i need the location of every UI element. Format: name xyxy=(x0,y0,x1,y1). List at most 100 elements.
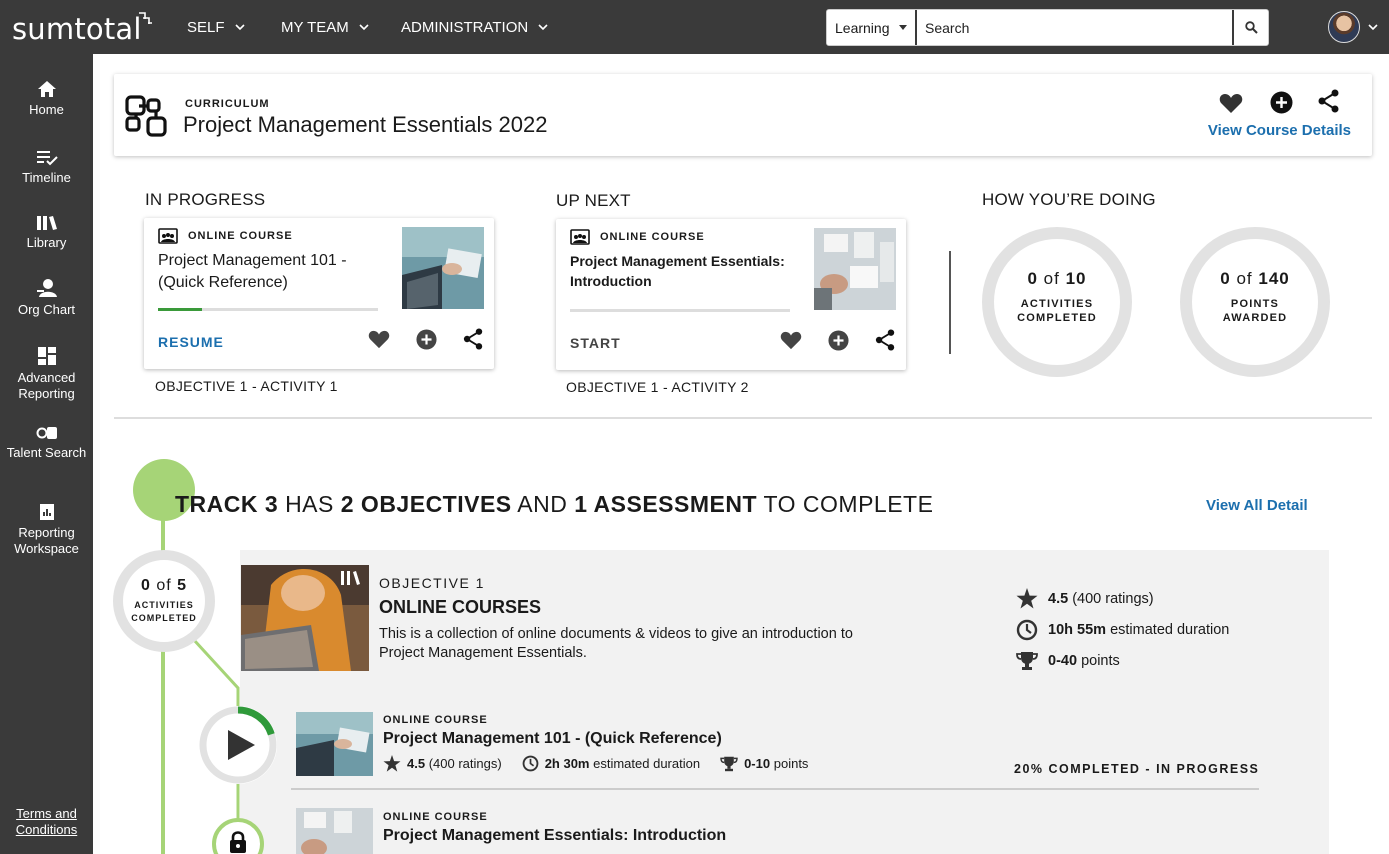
clock-icon xyxy=(522,755,539,772)
resume-button[interactable]: RESUME xyxy=(158,334,224,350)
objective-duration: 10h 55m estimated duration xyxy=(1016,614,1229,645)
points-count: 0 of 140 xyxy=(1220,269,1290,288)
item-meta: 4.5 (400 ratings) 2h 30m estimated durat… xyxy=(383,755,808,772)
clock-icon xyxy=(1016,619,1038,640)
star-icon xyxy=(1016,588,1038,609)
curriculum-header: CURRICULUM Project Management Essentials… xyxy=(114,74,1372,156)
add-icon[interactable] xyxy=(1270,91,1293,114)
course-progress-bar xyxy=(570,309,790,312)
add-icon[interactable] xyxy=(416,328,437,350)
in-progress-caption: OBJECTIVE 1 - ACTIVITY 1 xyxy=(155,378,338,394)
heart-icon[interactable] xyxy=(368,329,390,349)
terms-link[interactable]: Terms and Conditions xyxy=(0,806,93,838)
share-icon[interactable] xyxy=(463,328,484,350)
share-icon[interactable] xyxy=(1318,89,1340,113)
online-course-icon xyxy=(158,228,178,244)
sidebar-item-library[interactable]: Library xyxy=(0,215,93,251)
chevron-down-icon xyxy=(234,24,245,31)
objective-activity-label: ACTIVITIES COMPLETED xyxy=(131,600,197,623)
report-icon xyxy=(39,504,54,520)
objective-image xyxy=(241,565,369,671)
item-title[interactable]: Project Management 101 - (Quick Referenc… xyxy=(383,730,722,748)
top-bar: sumtotal SELF MY TEAM ADMINISTRATION Lea… xyxy=(0,0,1389,54)
up-next-heading: UP NEXT xyxy=(556,191,631,210)
online-course-icon xyxy=(570,229,590,245)
objective-number: OBJECTIVE 1 xyxy=(379,575,485,591)
search-icon xyxy=(1244,21,1258,34)
header-actions xyxy=(1202,88,1352,118)
play-progress-ring[interactable] xyxy=(199,706,277,784)
section-divider xyxy=(949,251,951,354)
lock-icon xyxy=(230,831,246,853)
sidebar: Home Timeline Library Org Chart Advanced… xyxy=(0,54,93,854)
objective-activity-count: 0 of 5 xyxy=(140,577,188,594)
item-separator xyxy=(291,788,1259,790)
add-icon[interactable] xyxy=(828,329,849,351)
item-type: ONLINE COURSE xyxy=(383,714,488,726)
sidebar-item-talent-search[interactable]: Talent Search xyxy=(0,425,93,461)
sidebar-item-timeline[interactable]: Timeline xyxy=(0,150,93,186)
objective-description: This is a collection of online documents… xyxy=(379,626,853,661)
page-title: Project Management Essentials 2022 xyxy=(183,112,548,137)
item-type: ONLINE COURSE xyxy=(383,811,488,823)
course-title[interactable]: Project Management Essentials: Introduct… xyxy=(570,251,790,291)
card-actions xyxy=(780,329,896,351)
chevron-down-icon xyxy=(538,24,548,31)
objective-title[interactable]: ONLINE COURSES xyxy=(379,597,541,618)
points-awarded-ring: 0 of 140 POINTS AWARDED xyxy=(1180,227,1330,377)
how-doing-heading: HOW YOU’RE DOING xyxy=(982,190,1156,209)
share-icon[interactable] xyxy=(875,329,896,351)
activities-label: ACTIVITIES COMPLETED xyxy=(1017,298,1097,324)
sidebar-item-advanced-reporting[interactable]: Advanced Reporting xyxy=(0,346,93,402)
points-label: POINTS AWARDED xyxy=(1222,298,1288,324)
view-all-detail-link[interactable]: View All Detail xyxy=(1206,497,1308,514)
view-course-details-link[interactable]: View Course Details xyxy=(1208,122,1351,139)
caret-down-icon xyxy=(899,25,907,30)
start-button[interactable]: START xyxy=(570,335,621,351)
activities-count: 0 of 10 xyxy=(1027,269,1087,288)
chevron-down-icon[interactable] xyxy=(1368,24,1378,31)
search-button[interactable] xyxy=(1232,10,1268,45)
nav-self[interactable]: SELF xyxy=(187,19,245,36)
search-scope-select[interactable]: Learning xyxy=(827,10,917,45)
trophy-icon xyxy=(720,756,738,771)
item-thumbnail xyxy=(296,712,373,776)
nav-administration[interactable]: ADMINISTRATION xyxy=(401,19,548,36)
card-actions xyxy=(368,328,484,350)
section-separator xyxy=(114,417,1372,419)
talent-search-icon xyxy=(36,427,57,439)
course-thumbnail xyxy=(814,228,896,310)
curriculum-type-label: CURRICULUM xyxy=(185,98,270,110)
dashboard-icon xyxy=(37,347,56,365)
sumtotal-logo[interactable]: sumtotal xyxy=(12,12,142,46)
up-next-card[interactable]: ONLINE COURSE Project Management Essenti… xyxy=(556,219,906,370)
objective-stats: 4.5 (400 ratings) 10h 55m estimated dura… xyxy=(1016,583,1229,676)
home-icon xyxy=(37,81,56,97)
course-progress-fill xyxy=(158,308,202,311)
user-avatar[interactable] xyxy=(1328,11,1360,43)
course-title[interactable]: Project Management 101 - (Quick Referenc… xyxy=(158,250,378,294)
sidebar-item-org-chart[interactable]: Org Chart xyxy=(0,278,93,318)
in-progress-card[interactable]: ONLINE COURSE Project Management 101 - (… xyxy=(144,218,494,369)
course-thumbnail xyxy=(402,227,484,309)
sidebar-item-reporting-workspace[interactable]: Reporting Workspace xyxy=(0,503,93,557)
objective-rating: 4.5 (400 ratings) xyxy=(1016,583,1229,614)
nav-my-team[interactable]: MY TEAM xyxy=(281,19,369,36)
item-status: 20% COMPLETED - IN PROGRESS xyxy=(1014,762,1260,776)
heart-icon[interactable] xyxy=(1219,92,1243,114)
heart-icon[interactable] xyxy=(780,330,802,350)
sidebar-item-home[interactable]: Home xyxy=(0,80,93,118)
logo-mark-icon xyxy=(139,12,152,24)
search-bar: Learning xyxy=(826,9,1269,46)
search-input[interactable] xyxy=(917,10,1232,45)
timeline-icon xyxy=(36,151,58,166)
org-chart-icon xyxy=(36,279,57,297)
star-icon xyxy=(383,755,401,772)
objective-points: 0-40 points xyxy=(1016,645,1229,676)
objective-progress-ring: 0 of 5 ACTIVITIES COMPLETED xyxy=(113,550,215,652)
course-type: ONLINE COURSE xyxy=(570,229,705,245)
trophy-icon xyxy=(1016,651,1038,670)
curriculum-icon xyxy=(125,95,167,137)
course-progress-bar xyxy=(158,308,378,311)
item-title[interactable]: Project Management Essentials: Introduct… xyxy=(383,827,726,845)
